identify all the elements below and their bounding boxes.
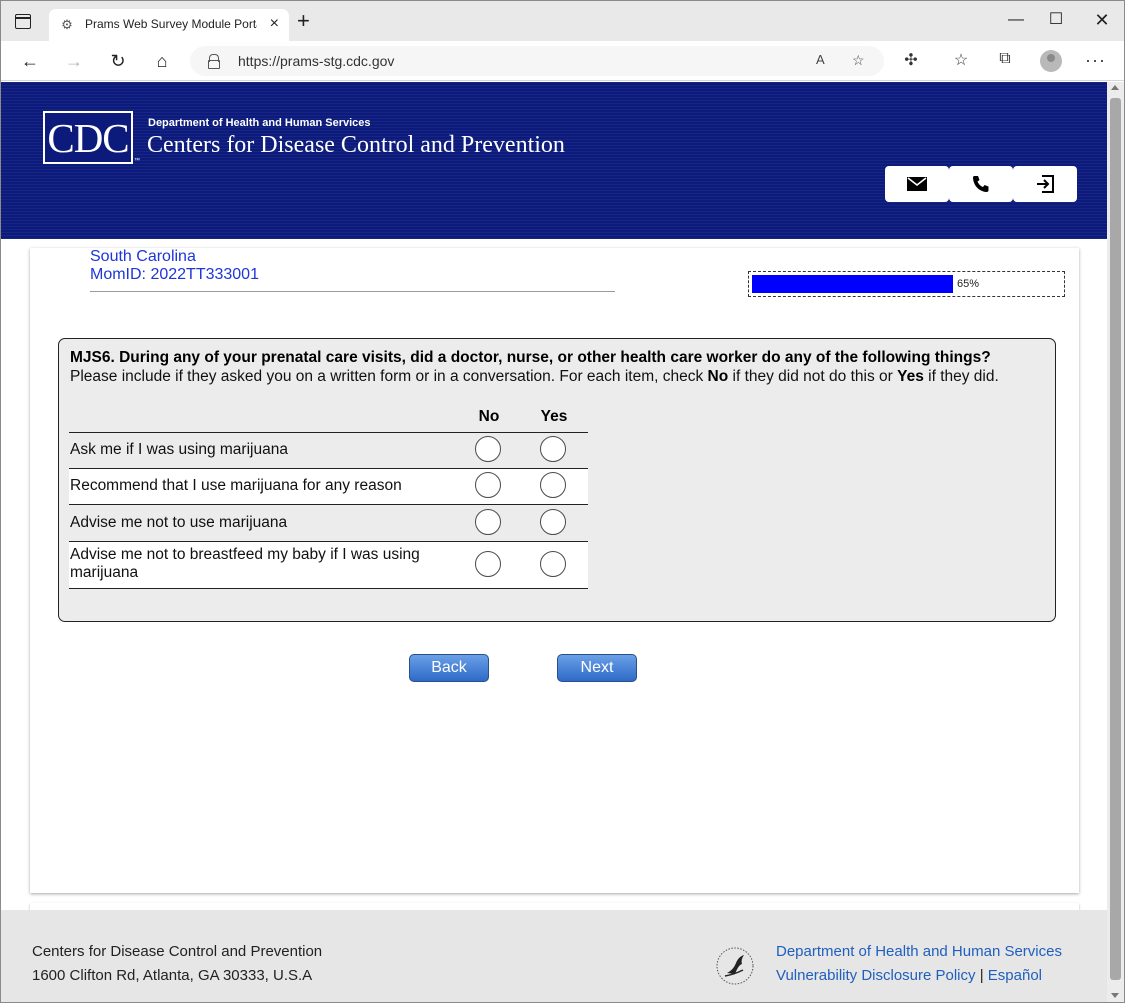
- vertical-scrollbar[interactable]: [1107, 82, 1124, 1002]
- state-name: South Carolina: [90, 248, 196, 265]
- next-button[interactable]: Next: [557, 654, 637, 682]
- question-row: Recommend that I use marijuana for any r…: [69, 468, 588, 504]
- new-tab-icon[interactable]: +: [297, 10, 310, 32]
- question-box: MJS6. During any of your prenatal care v…: [58, 338, 1056, 622]
- radio-no[interactable]: [475, 472, 501, 498]
- browser-tab[interactable]: ⚙ Prams Web Survey Module Porta ×: [49, 9, 289, 41]
- column-header-yes: Yes: [540, 408, 568, 425]
- tab-title: Prams Web Survey Module Porta: [85, 17, 257, 31]
- scroll-thumb[interactable]: [1110, 98, 1121, 980]
- hhs-seal-icon: [716, 947, 754, 985]
- question-title: MJS6. During any of your prenatal care v…: [70, 349, 991, 366]
- address-bar: ← → ↻ ⌂ https://prams-stg.cdc.gov A ☆ ✣ …: [1, 41, 1124, 81]
- favorites-icon[interactable]: ☆: [949, 50, 973, 70]
- vulnerability-disclosure-link[interactable]: Vulnerability Disclosure Policy: [776, 967, 976, 984]
- logout-icon: [1037, 175, 1054, 193]
- espanol-link[interactable]: Español: [988, 967, 1042, 984]
- url-text: https://prams-stg.cdc.gov: [238, 53, 395, 69]
- window-close-icon[interactable]: ✕: [1087, 10, 1117, 30]
- item-label: Advise me not to breastfeed my baby if I…: [70, 546, 420, 581]
- mail-icon: [907, 177, 927, 191]
- cdc-header: CDC ™ Department of Health and Human Ser…: [1, 82, 1107, 239]
- item-label: Recommend that I use marijuana for any r…: [70, 477, 402, 494]
- progress-bar: 65%: [748, 271, 1065, 297]
- mom-id: MomID: 2022TT333001: [90, 266, 259, 283]
- radio-yes[interactable]: [540, 436, 566, 462]
- tab-bar: ⚙ Prams Web Survey Module Porta × + — ☐ …: [1, 1, 1124, 41]
- lock-icon[interactable]: [208, 54, 220, 69]
- radio-yes[interactable]: [540, 509, 566, 535]
- scroll-up-icon[interactable]: [1111, 85, 1119, 90]
- footer: Centers for Disease Control and Preventi…: [1, 910, 1107, 1002]
- instruction-no: No: [707, 368, 729, 385]
- question-instruction: Please include if they asked you on a wr…: [70, 368, 1045, 386]
- column-header-no: No: [478, 408, 500, 425]
- link-separator: |: [979, 967, 984, 984]
- footer-org: Centers for Disease Control and Preventi…: [32, 943, 323, 960]
- instruction-text: if they did.: [923, 368, 999, 385]
- trademark-mark: ™: [134, 158, 140, 164]
- survey-card: South Carolina MomID: 2022TT333001 65% M…: [30, 248, 1079, 893]
- profile-icon[interactable]: [1040, 50, 1062, 72]
- tab-actions-icon[interactable]: [15, 14, 31, 29]
- instruction-text: if they did not do this or: [728, 368, 898, 385]
- browser-window: ⚙ Prams Web Survey Module Porta × + — ☐ …: [0, 0, 1125, 1003]
- progress-label: 65%: [957, 278, 980, 290]
- footer-links: Vulnerability Disclosure Policy | Españo…: [776, 967, 1042, 984]
- close-icon[interactable]: ×: [270, 15, 279, 33]
- radio-no[interactable]: [475, 436, 501, 462]
- divider: [90, 291, 615, 292]
- item-label: Ask me if I was using marijuana: [70, 441, 288, 458]
- read-aloud-icon[interactable]: A: [816, 52, 825, 67]
- radio-yes[interactable]: [540, 551, 566, 577]
- cdc-logo-text: CDC: [47, 115, 129, 161]
- forward-icon[interactable]: →: [61, 49, 87, 73]
- page-content: CDC ™ Department of Health and Human Ser…: [1, 82, 1107, 1002]
- minimize-icon[interactable]: —: [1001, 10, 1031, 30]
- radio-no[interactable]: [475, 551, 501, 577]
- home-icon[interactable]: ⌂: [149, 49, 175, 73]
- scroll-down-icon[interactable]: [1111, 993, 1119, 998]
- add-favorite-icon[interactable]: ☆: [852, 52, 865, 69]
- question-row: Ask me if I was using marijuana: [69, 432, 588, 468]
- radio-yes[interactable]: [540, 472, 566, 498]
- extensions-icon[interactable]: ✣: [899, 50, 923, 70]
- phone-button[interactable]: [949, 166, 1013, 202]
- collections-icon[interactable]: ⧉: [993, 50, 1017, 68]
- item-label: Advise me not to use marijuana: [70, 514, 288, 531]
- instruction-text: Please include if they asked you on a wr…: [70, 368, 708, 385]
- question-row: Advise me not to breastfeed my baby if I…: [69, 541, 588, 589]
- cdc-logo[interactable]: CDC: [43, 111, 133, 164]
- maximize-icon[interactable]: ☐: [1041, 10, 1071, 30]
- agency-name: Centers for Disease Control and Preventi…: [147, 132, 565, 158]
- more-icon[interactable]: ···: [1085, 50, 1106, 71]
- page-favicon-icon: ⚙: [61, 17, 73, 32]
- back-button[interactable]: Back: [409, 654, 489, 682]
- phone-icon: [973, 176, 989, 192]
- department-name: Department of Health and Human Services: [148, 117, 371, 129]
- mail-button[interactable]: [885, 166, 949, 202]
- footer-address: 1600 Clifton Rd, Atlanta, GA 30333, U.S.…: [32, 967, 313, 984]
- back-icon[interactable]: ←: [17, 49, 43, 73]
- question-row: Advise me not to use marijuana: [69, 504, 588, 541]
- radio-no[interactable]: [475, 509, 501, 535]
- progress-fill: [752, 275, 953, 293]
- instruction-yes: Yes: [897, 368, 924, 385]
- refresh-icon[interactable]: ↻: [105, 49, 131, 73]
- hhs-link[interactable]: Department of Health and Human Services: [776, 943, 1062, 960]
- logout-button[interactable]: [1013, 166, 1077, 202]
- url-input[interactable]: https://prams-stg.cdc.gov A ☆: [190, 46, 884, 76]
- card-divider: [30, 903, 1079, 910]
